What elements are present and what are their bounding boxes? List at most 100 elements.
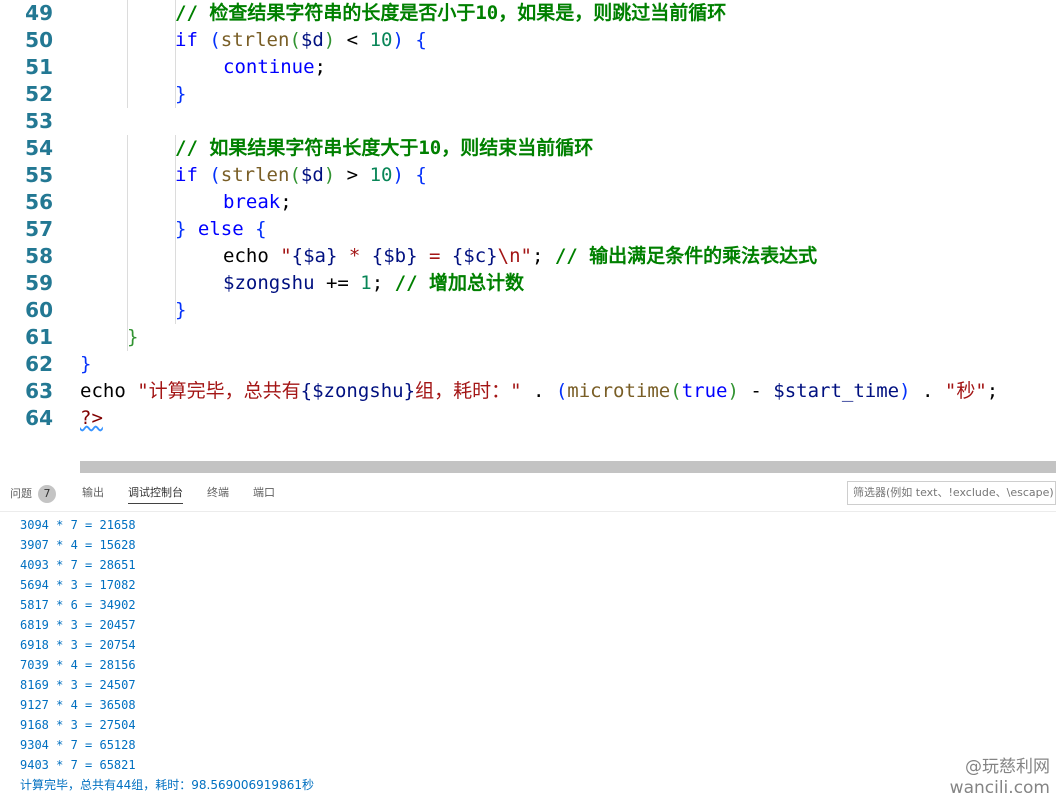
panel-tab-label: 端口 bbox=[253, 486, 275, 499]
code-token: echo bbox=[223, 245, 269, 267]
panel-tab[interactable]: 输出 bbox=[82, 485, 104, 503]
code-line[interactable]: 58 echo "{$a} * {$b} = {$c}\n"; // 输出满足条件… bbox=[0, 243, 1056, 270]
indent-guide bbox=[175, 189, 176, 216]
panel-tab-label: 调试控制台 bbox=[128, 486, 183, 499]
console-output-line: 3907 * 4 = 15628 bbox=[20, 538, 136, 552]
indent-guide bbox=[127, 297, 128, 324]
code-token: } bbox=[175, 83, 187, 105]
code-line[interactable]: 64 ?> bbox=[0, 405, 1056, 432]
horizontal-scrollbar[interactable] bbox=[80, 461, 1056, 473]
code-token: "计算完毕，总共有 bbox=[137, 380, 301, 402]
code-token: echo bbox=[80, 380, 126, 402]
console-output-line: 7039 * 4 = 28156 bbox=[20, 658, 136, 672]
code-line[interactable]: 54 // 如果结果字符串长度大于10，则结束当前循环 bbox=[0, 135, 1056, 162]
code-token: \n" bbox=[497, 245, 532, 267]
console-output-line: 5817 * 6 = 34902 bbox=[20, 598, 136, 612]
code-token: ) bbox=[323, 164, 336, 186]
debug-console-output: 3094 * 7 = 21658 3907 * 4 = 15628 4093 * 7… bbox=[20, 515, 314, 795]
code-line[interactable]: 51 continue; bbox=[0, 54, 1056, 81]
code-token: ( bbox=[209, 164, 221, 186]
code-text: if (strlen($d) > 10) { bbox=[175, 162, 427, 189]
code-token: ?> bbox=[80, 407, 103, 429]
code-line[interactable]: 55 if (strlen($d) > 10) { bbox=[0, 162, 1056, 189]
code-token: } bbox=[175, 218, 187, 240]
filter-input[interactable]: 筛选器(例如 text、!exclude、\escape) bbox=[847, 481, 1056, 505]
code-line[interactable]: 49 // 检查结果字符串的长度是否小于10，如果是，则跳过当前循环 bbox=[0, 0, 1056, 27]
code-token: ; bbox=[314, 56, 326, 78]
code-token: // 检查结果字符串的长度是否小于10，如果是，则跳过当前循环 bbox=[175, 2, 727, 24]
code-token: continue bbox=[223, 56, 315, 78]
panel-tab[interactable]: 问题 7 bbox=[10, 485, 56, 503]
code-token: ( bbox=[209, 29, 221, 51]
code-token: 10 bbox=[369, 164, 393, 186]
code-token: } bbox=[80, 353, 92, 375]
code-token: " bbox=[280, 245, 292, 267]
watermark: @玩慈利网 wancili.com bbox=[950, 757, 1050, 799]
code-line[interactable]: 57} else { bbox=[0, 216, 1056, 243]
code-token: ) bbox=[392, 29, 404, 51]
code-token: . bbox=[521, 380, 556, 402]
code-token: strlen bbox=[220, 29, 290, 51]
line-number: 52 bbox=[25, 82, 53, 106]
code-token: // 输出满足条件的乘法表达式 bbox=[554, 245, 818, 267]
indent-guide bbox=[175, 270, 176, 297]
code-line[interactable]: 50 if (strlen($d) < 10) { bbox=[0, 27, 1056, 54]
code-line[interactable]: 63 echo "计算完毕，总共有{$zongshu}组，耗时：" . (micr… bbox=[0, 378, 1056, 405]
code-token: - bbox=[738, 380, 774, 402]
code-text: } else { bbox=[175, 216, 267, 243]
code-token: < bbox=[335, 29, 370, 51]
code-text: if (strlen($d) < 10) { bbox=[175, 27, 427, 54]
code-line[interactable]: 53 bbox=[0, 108, 1056, 135]
code-token: {$b} bbox=[371, 245, 418, 267]
code-token: ( bbox=[289, 29, 301, 51]
code-token: 组，耗时：" bbox=[415, 380, 522, 402]
code-line[interactable]: 56 break; bbox=[0, 189, 1056, 216]
code-editor[interactable]: 49// 检查结果字符串的长度是否小于10，如果是，则跳过当前循环 50 if (s… bbox=[0, 0, 1056, 460]
line-number: 59 bbox=[25, 271, 53, 295]
console-output-line: 5694 * 3 = 17082 bbox=[20, 578, 136, 592]
code-line[interactable]: 60} bbox=[0, 297, 1056, 324]
code-token: 1 bbox=[360, 272, 372, 294]
code-token: ( bbox=[289, 164, 301, 186]
indent-guide bbox=[127, 270, 128, 297]
code-text: } bbox=[175, 81, 186, 108]
code-line[interactable]: 61} bbox=[0, 324, 1056, 351]
code-token: 10 bbox=[369, 29, 393, 51]
code-token: "秒" bbox=[944, 380, 987, 402]
code-line[interactable]: 59 $zongshu += 1; // 增加总计数 bbox=[0, 270, 1056, 297]
code-text: break; bbox=[223, 189, 292, 216]
code-token: ; bbox=[280, 191, 292, 213]
code-token: {$c} bbox=[451, 245, 498, 267]
code-token: ( bbox=[670, 380, 682, 402]
code-token: ) bbox=[899, 380, 911, 402]
indent-guide bbox=[175, 243, 176, 270]
bottom-panel: 问题 7 输出 调试控制台 终端 端口 筛选器(例如 text、!exclude、\esc… bbox=[0, 475, 1056, 800]
panel-tab[interactable]: 调试控制台 bbox=[128, 485, 183, 504]
code-line[interactable]: 62} bbox=[0, 351, 1056, 378]
line-number: 55 bbox=[25, 163, 53, 187]
code-text: } bbox=[175, 297, 186, 324]
line-number: 62 bbox=[25, 352, 53, 376]
console-output-line: 6918 * 3 = 20754 bbox=[20, 638, 136, 652]
console-output-line: 9403 * 7 = 65821 bbox=[20, 758, 136, 772]
indent-guide bbox=[127, 243, 128, 270]
code-text: // 检查结果字符串的长度是否小于10，如果是，则跳过当前循环 bbox=[175, 0, 726, 27]
code-token: // 增加总计数 bbox=[394, 272, 524, 294]
panel-tab[interactable]: 终端 bbox=[207, 485, 229, 503]
code-token: // 如果结果字符串长度大于10，则结束当前循环 bbox=[175, 137, 594, 159]
console-output-line: 9304 * 7 = 65128 bbox=[20, 738, 136, 752]
panel-tab-label: 问题 bbox=[10, 487, 32, 500]
code-token: * bbox=[337, 245, 372, 267]
code-token: {$zongshu} bbox=[300, 380, 416, 402]
code-token: { bbox=[255, 218, 267, 240]
console-output-line: 计算完毕，总共有44组，耗时：98.569006919861秒 bbox=[20, 778, 314, 792]
panel-tab[interactable]: 端口 bbox=[253, 485, 275, 503]
code-token: { bbox=[415, 164, 427, 186]
code-text: } bbox=[80, 351, 91, 378]
line-number: 64 bbox=[25, 406, 53, 430]
code-line[interactable]: 52} bbox=[0, 81, 1056, 108]
panel-tab-label: 输出 bbox=[82, 486, 104, 499]
